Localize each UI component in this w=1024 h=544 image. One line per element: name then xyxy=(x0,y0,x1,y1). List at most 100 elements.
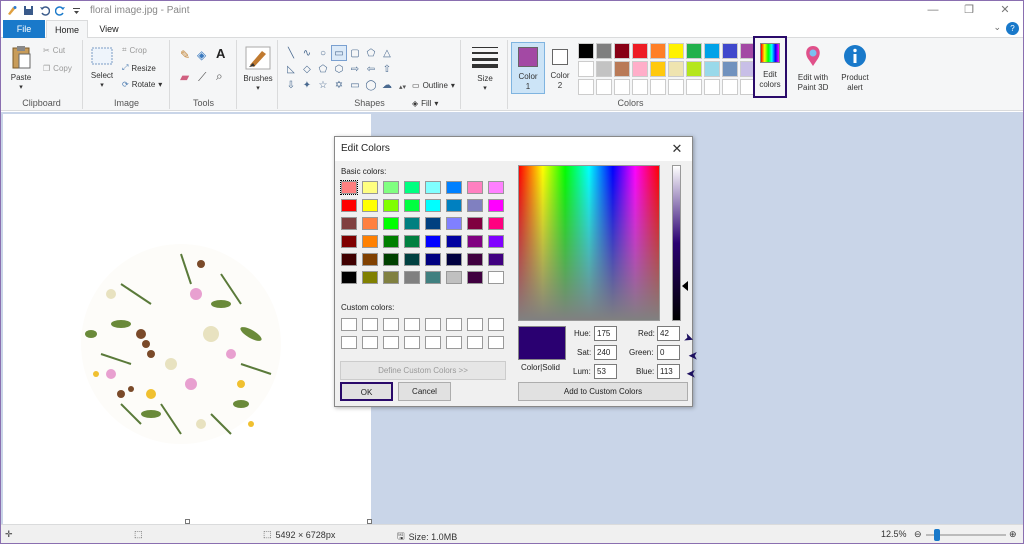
tab-home[interactable]: Home xyxy=(46,20,88,38)
right-arrow-shape-icon[interactable]: ⇨ xyxy=(347,61,363,77)
diamond-shape-icon[interactable]: ◇ xyxy=(299,61,315,77)
custom-color-swatch[interactable] xyxy=(425,318,441,331)
basic-color-swatch[interactable] xyxy=(425,235,441,248)
polygon-shape-icon[interactable]: ⬠ xyxy=(363,45,379,61)
basic-color-swatch[interactable] xyxy=(467,181,483,194)
define-custom-colors-button[interactable]: Define Custom Colors >> xyxy=(340,361,506,380)
minimize-button[interactable]: — xyxy=(915,1,951,20)
line-shape-icon[interactable]: ╲ xyxy=(283,45,299,61)
tab-file[interactable]: File xyxy=(3,20,45,38)
custom-color-swatch[interactable] xyxy=(446,318,462,331)
basic-color-swatch[interactable] xyxy=(488,271,504,284)
blue-input[interactable]: 113 xyxy=(657,364,680,379)
redo-icon[interactable] xyxy=(55,5,66,16)
custom-color-swatch[interactable] xyxy=(383,318,399,331)
custom-color-swatch[interactable] xyxy=(404,336,420,349)
close-button[interactable]: ✕ xyxy=(987,1,1023,20)
basic-color-swatch[interactable] xyxy=(362,181,378,194)
rotate-button[interactable]: ⟳ Rotate ▾ xyxy=(122,80,162,89)
custom-color-swatch[interactable] xyxy=(488,318,504,331)
pentagon-shape-icon[interactable]: ⬠ xyxy=(315,61,331,77)
custom-color-swatch[interactable] xyxy=(446,336,462,349)
basic-color-swatch[interactable] xyxy=(341,217,357,230)
basic-color-swatch[interactable] xyxy=(341,271,357,284)
basic-color-swatch[interactable] xyxy=(383,181,399,194)
custom-color-swatch[interactable] xyxy=(488,336,504,349)
right-triangle-shape-icon[interactable]: ◺ xyxy=(283,61,299,77)
callout-oval-shape-icon[interactable]: ◯ xyxy=(363,77,379,93)
color-spectrum[interactable] xyxy=(518,165,660,321)
basic-color-swatch[interactable] xyxy=(383,235,399,248)
basic-color-swatch[interactable] xyxy=(446,235,462,248)
basic-color-swatch[interactable] xyxy=(341,253,357,266)
color-picker-icon[interactable]: ⟋ xyxy=(198,70,206,85)
edit-with-paint3d-button[interactable]: Edit with Paint 3D xyxy=(791,40,835,96)
basic-color-swatch[interactable] xyxy=(362,199,378,212)
fill-button[interactable]: ◈ Fill ▾ xyxy=(412,99,438,108)
callout-rect-shape-icon[interactable]: ▭ xyxy=(347,77,363,93)
basic-color-swatch[interactable] xyxy=(467,199,483,212)
red-input[interactable]: 42 xyxy=(657,326,680,341)
custom-color-swatch[interactable] xyxy=(404,318,420,331)
basic-color-swatch[interactable] xyxy=(404,199,420,212)
maximize-button[interactable]: ❐ xyxy=(951,1,987,20)
dialog-close-button[interactable]: ✕ xyxy=(662,137,692,161)
cloud-callout-shape-icon[interactable]: ☁ xyxy=(379,77,395,93)
basic-color-swatch[interactable] xyxy=(467,271,483,284)
basic-color-swatch[interactable] xyxy=(446,253,462,266)
sat-input[interactable]: 240 xyxy=(594,345,617,360)
basic-color-swatch[interactable] xyxy=(446,181,462,194)
custom-color-swatch[interactable] xyxy=(341,318,357,331)
basic-color-swatch[interactable] xyxy=(425,181,441,194)
brushes-group[interactable]: Brushes ▾ xyxy=(238,40,278,109)
up-arrow-shape-icon[interactable]: ⇧ xyxy=(379,61,395,77)
basic-color-swatch[interactable] xyxy=(340,180,358,195)
triangle-shape-icon[interactable]: △ xyxy=(379,45,395,61)
luminosity-slider-thumb[interactable] xyxy=(682,281,688,291)
four-point-star-shape-icon[interactable]: ✦ xyxy=(299,77,315,93)
basic-color-swatch[interactable] xyxy=(383,199,399,212)
oval-shape-icon[interactable]: ○ xyxy=(315,45,331,61)
custom-color-swatch[interactable] xyxy=(341,336,357,349)
tab-view[interactable]: View xyxy=(89,20,129,38)
basic-color-swatch[interactable] xyxy=(341,199,357,212)
hexagon-shape-icon[interactable]: ⬡ xyxy=(331,61,347,77)
crop-button[interactable]: ⌗ Crop xyxy=(122,45,147,55)
curve-shape-icon[interactable]: ∿ xyxy=(299,45,315,61)
edit-colors-button[interactable]: Edit colors xyxy=(753,36,787,98)
basic-color-swatch[interactable] xyxy=(425,199,441,212)
basic-color-swatch[interactable] xyxy=(467,235,483,248)
paste-button[interactable]: Paste ▾ xyxy=(7,44,35,93)
basic-color-swatch[interactable] xyxy=(404,217,420,230)
save-icon[interactable] xyxy=(23,5,34,16)
basic-color-swatch[interactable] xyxy=(446,217,462,230)
basic-color-swatch[interactable] xyxy=(488,235,504,248)
paint-app-icon[interactable] xyxy=(7,5,18,16)
text-icon[interactable]: A xyxy=(216,46,225,61)
green-input[interactable]: 0 xyxy=(657,345,680,360)
hue-input[interactable]: 175 xyxy=(594,326,617,341)
select-button[interactable]: Select ▾ xyxy=(88,46,116,91)
basic-color-swatch[interactable] xyxy=(488,253,504,266)
basic-color-swatch[interactable] xyxy=(341,235,357,248)
basic-color-swatch[interactable] xyxy=(404,235,420,248)
magnifier-icon[interactable]: ⌕ xyxy=(216,69,223,84)
rectangle-shape-icon[interactable]: ▭ xyxy=(331,45,347,61)
basic-color-swatch[interactable] xyxy=(488,199,504,212)
zoom-slider-thumb[interactable] xyxy=(934,529,940,541)
six-point-star-shape-icon[interactable]: ✡ xyxy=(331,77,347,93)
luminosity-slider[interactable] xyxy=(672,165,681,321)
left-arrow-shape-icon[interactable]: ⇦ xyxy=(363,61,379,77)
cancel-button[interactable]: Cancel xyxy=(398,382,451,401)
add-to-custom-colors-button[interactable]: Add to Custom Colors xyxy=(518,382,688,401)
custom-color-swatch[interactable] xyxy=(467,336,483,349)
custom-color-swatch[interactable] xyxy=(362,318,378,331)
product-alert-button[interactable]: Product alert xyxy=(835,40,875,96)
down-arrow-shape-icon[interactable]: ⇩ xyxy=(283,77,299,93)
five-point-star-shape-icon[interactable]: ☆ xyxy=(315,77,331,93)
custom-color-swatch[interactable] xyxy=(467,318,483,331)
basic-color-swatch[interactable] xyxy=(425,217,441,230)
pencil-icon[interactable]: ✎ xyxy=(180,48,190,62)
basic-color-swatch[interactable] xyxy=(488,181,504,194)
custom-color-swatch[interactable] xyxy=(383,336,399,349)
